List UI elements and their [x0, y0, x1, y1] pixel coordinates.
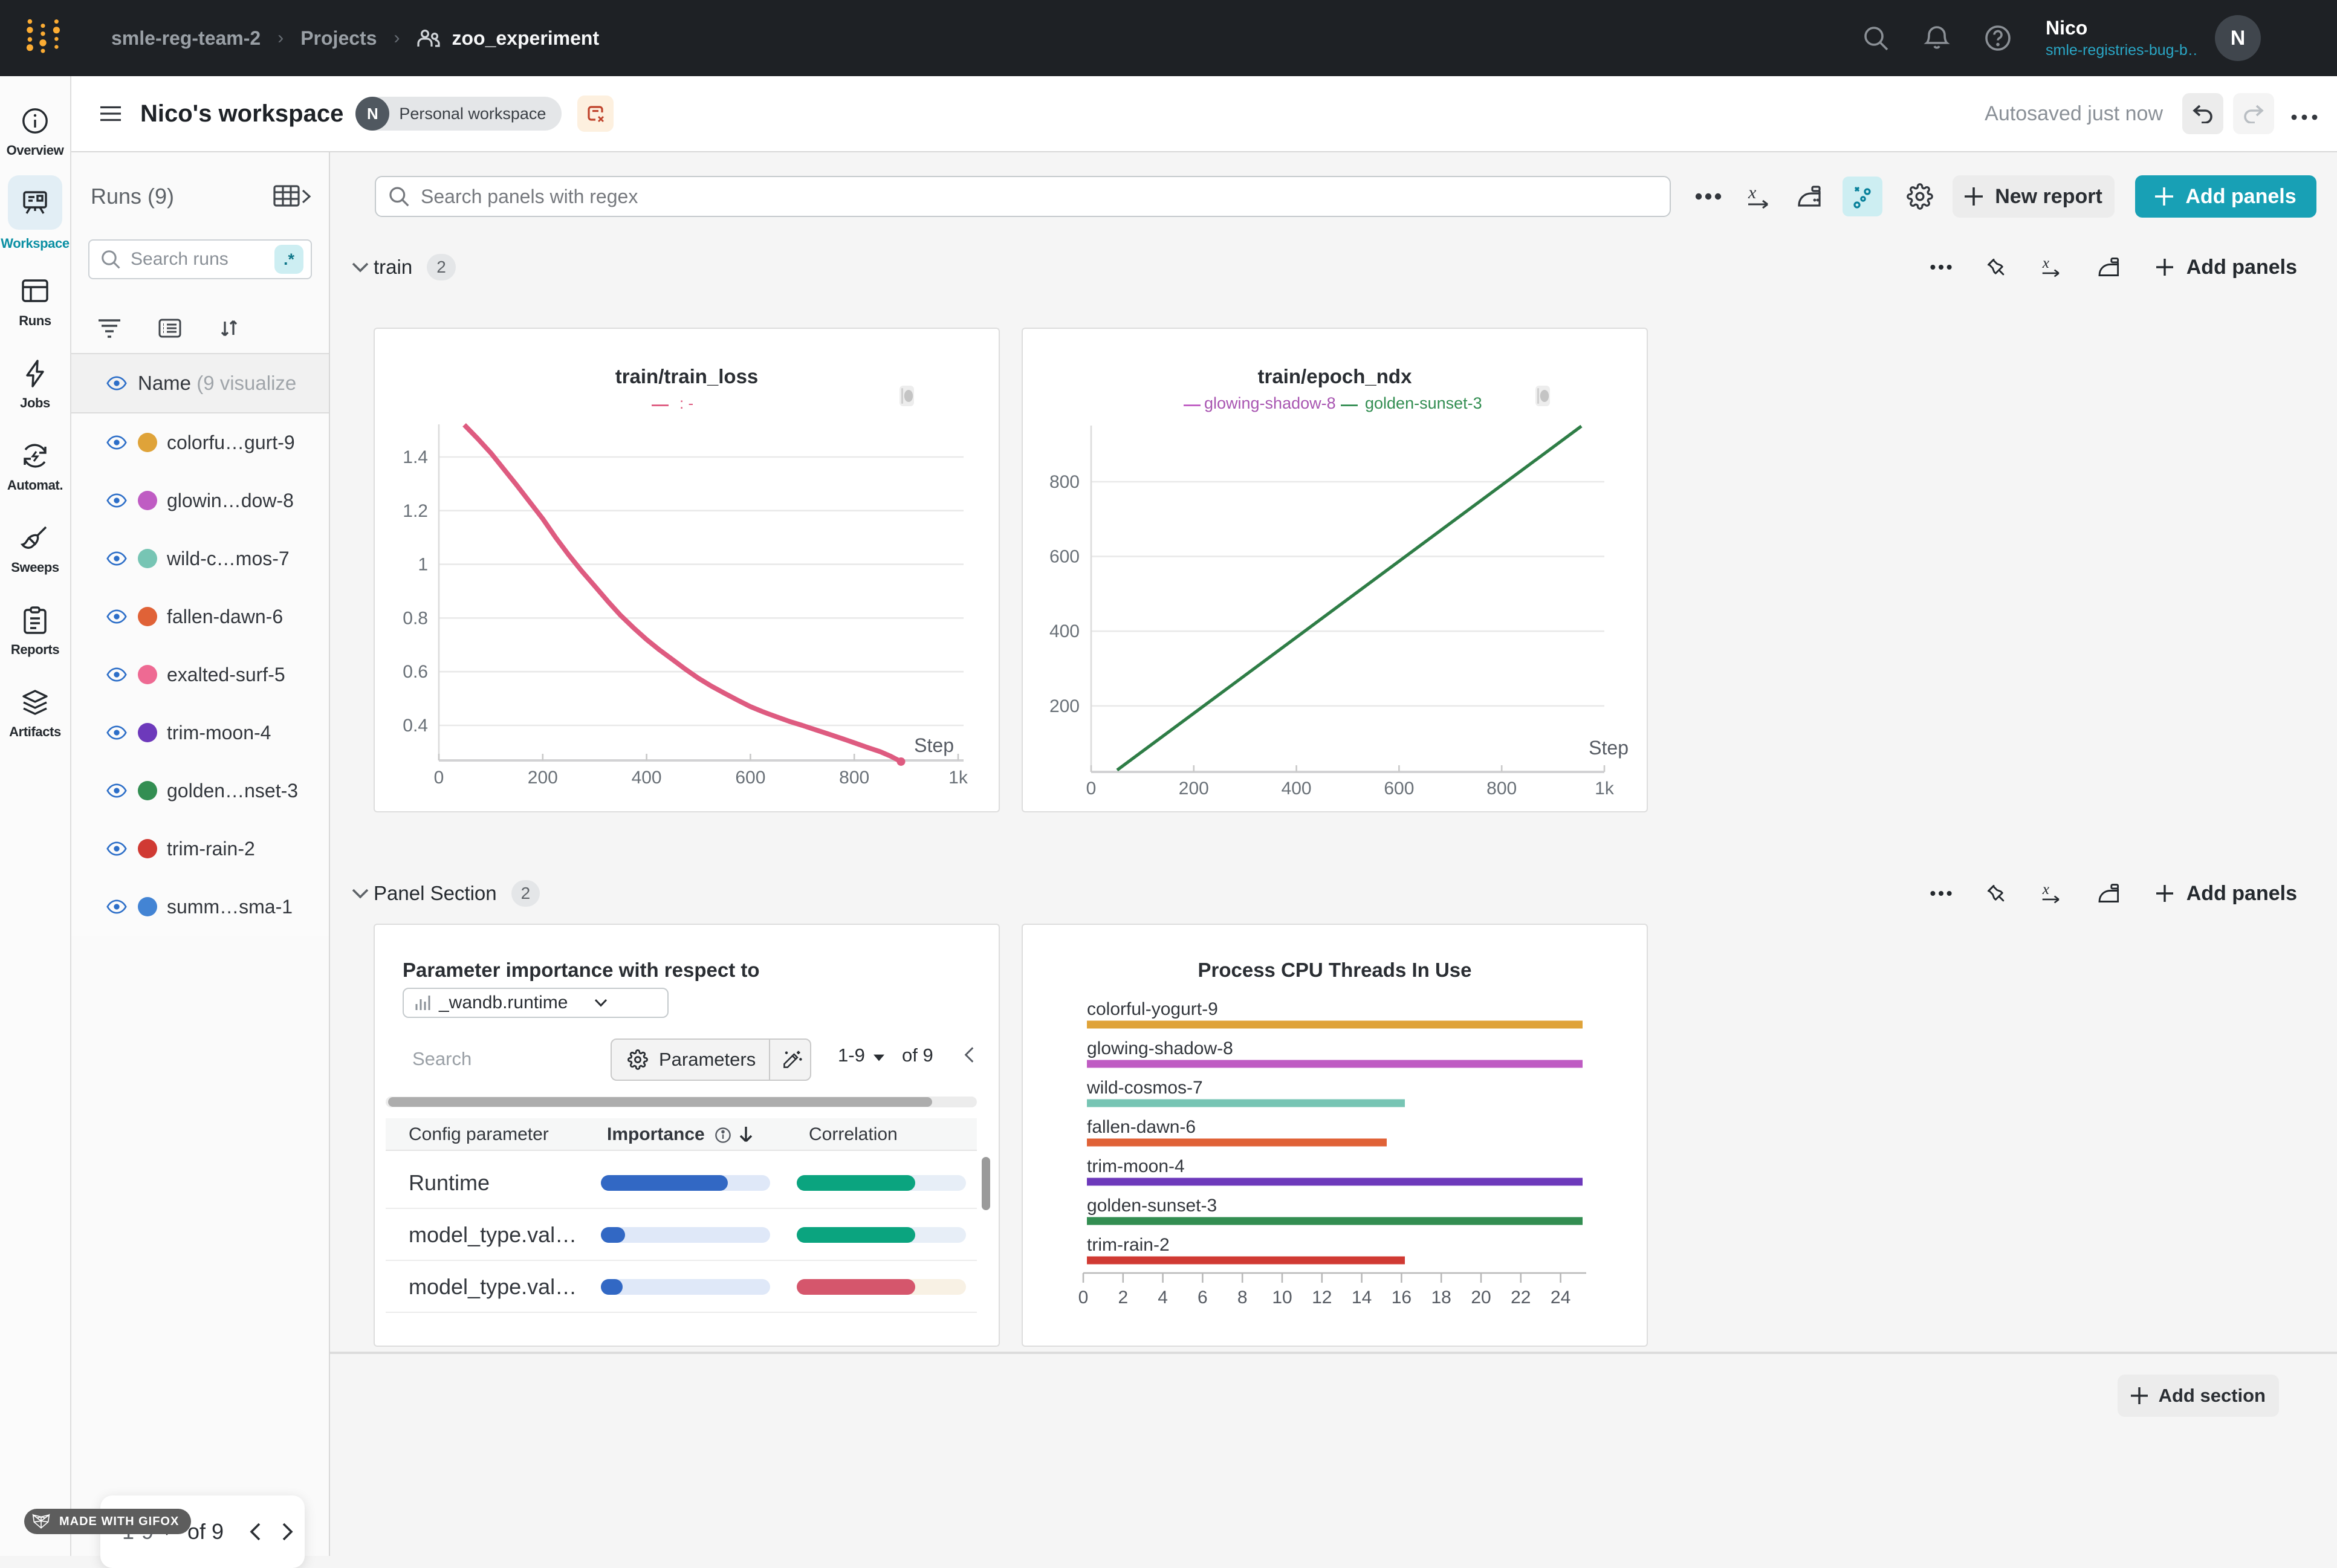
svg-text:0.8: 0.8 [403, 608, 428, 628]
svg-text:4: 4 [1158, 1288, 1168, 1307]
svg-text:24: 24 [1551, 1288, 1570, 1307]
svg-text:200: 200 [1179, 779, 1209, 799]
svg-text:200: 200 [1049, 696, 1080, 716]
svg-text:600: 600 [1384, 779, 1414, 799]
svg-text:14: 14 [1352, 1288, 1372, 1307]
svg-text:600: 600 [735, 768, 765, 788]
svg-text:22: 22 [1511, 1288, 1531, 1307]
svg-text:1.4: 1.4 [403, 447, 428, 467]
svg-text:wild-cosmos-7: wild-cosmos-7 [1086, 1078, 1203, 1098]
svg-text:400: 400 [1049, 621, 1080, 641]
svg-text:glowing-shadow-8: glowing-shadow-8 [1087, 1038, 1233, 1058]
svg-text:800: 800 [1486, 779, 1517, 799]
svg-text:18: 18 [1431, 1288, 1451, 1307]
svg-text:0: 0 [434, 768, 444, 788]
svg-text:8: 8 [1237, 1288, 1248, 1307]
svg-text:—: — [652, 395, 669, 413]
svg-text:—: — [1341, 395, 1358, 413]
svg-text:trim-moon-4: trim-moon-4 [1087, 1156, 1185, 1176]
svg-text:200: 200 [528, 768, 558, 788]
svg-text:1.2: 1.2 [403, 501, 428, 521]
svg-text:400: 400 [632, 768, 662, 788]
svg-text:16: 16 [1392, 1288, 1412, 1307]
svg-text:trim-rain-2: trim-rain-2 [1087, 1235, 1170, 1255]
svg-text:12: 12 [1312, 1288, 1332, 1307]
svg-text:1k: 1k [948, 768, 968, 788]
svg-text:x: x [1748, 184, 1757, 202]
svg-text:colorful-yogurt-9: colorful-yogurt-9 [1087, 999, 1218, 1019]
svg-text:20: 20 [1471, 1288, 1491, 1307]
svg-text:600: 600 [1049, 547, 1080, 567]
svg-text:0.4: 0.4 [403, 716, 428, 736]
svg-text:1k: 1k [1595, 779, 1615, 799]
svg-text:x: x [2041, 256, 2049, 271]
svg-text:800: 800 [1049, 472, 1080, 492]
svg-text:800: 800 [839, 768, 869, 788]
svg-text:golden-sunset-3: golden-sunset-3 [1365, 394, 1482, 412]
svg-text:—: — [1184, 395, 1201, 413]
svg-text:fallen-dawn-6: fallen-dawn-6 [1087, 1117, 1196, 1137]
svg-text:2: 2 [1118, 1288, 1128, 1307]
svg-text:golden-sunset-3: golden-sunset-3 [1087, 1196, 1217, 1216]
svg-text:400: 400 [1282, 779, 1312, 799]
svg-text:0.6: 0.6 [403, 662, 428, 682]
svg-text:x: x [2041, 882, 2049, 898]
svg-text:1: 1 [418, 555, 428, 575]
svg-text:10: 10 [1272, 1288, 1292, 1307]
svg-text:glowing-shadow-8: glowing-shadow-8 [1204, 394, 1336, 412]
svg-text:: -: : - [679, 394, 693, 412]
svg-text:0: 0 [1078, 1288, 1089, 1307]
svg-text:0: 0 [1086, 779, 1097, 799]
svg-text:6: 6 [1198, 1288, 1208, 1307]
svg-text:Step: Step [914, 734, 954, 756]
svg-text:Step: Step [1589, 737, 1629, 759]
